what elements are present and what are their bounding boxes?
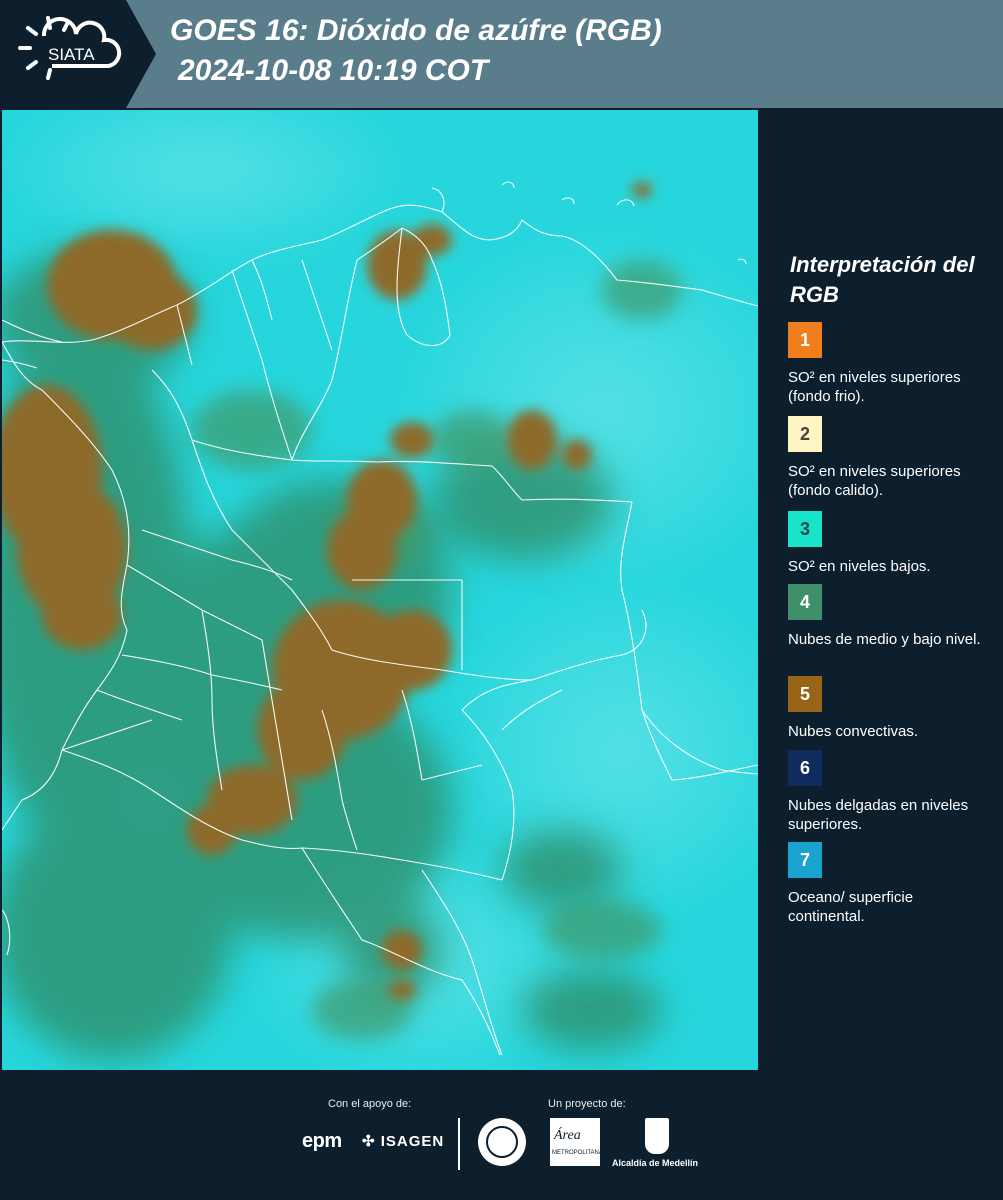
isagen-mark-icon: ✣ — [362, 1133, 376, 1150]
legend-item-6: 6 Nubes delgadas en niveles superiores. — [788, 750, 988, 834]
alcaldia-logo: Alcaldía de Medellín — [612, 1158, 699, 1168]
legend-swatch-7: 7 — [788, 842, 822, 878]
legend-label-3: SO² en niveles bajos. — [788, 558, 931, 575]
legend-swatch-6: 6 — [788, 750, 822, 786]
isagen-logo: ✣ ISAGEN — [362, 1132, 444, 1150]
legend-swatch-2: 2 — [788, 416, 822, 452]
epm-logo: epm — [302, 1130, 342, 1152]
legend-number-4: 4 — [799, 591, 810, 612]
footer-divider — [458, 1118, 460, 1170]
legend-label-4: Nubes de medio y bajo nivel. — [788, 631, 981, 648]
satellite-map — [2, 110, 758, 1070]
isagen-logo-text: ISAGEN — [380, 1133, 445, 1150]
project-label: Un proyecto de: — [548, 1098, 626, 1110]
legend-label-1: SO² en niveles superiores (fondo frio). — [788, 369, 961, 405]
legend-label-5: Nubes convectivas. — [788, 723, 919, 740]
legend-number-5: 5 — [799, 683, 810, 704]
legend-number-2: 2 — [799, 423, 810, 444]
legend-panel: Interpretación del RGB 1 SO² en niveles … — [760, 110, 1003, 1068]
footer: Con el apoyo de: Un proyecto de: epm ✣ I… — [0, 1070, 1003, 1200]
siata-logo: SIATA — [0, 0, 156, 108]
legend-item-2: 2 SO² en niveles superiores (fondo calid… — [788, 416, 988, 500]
legend-swatch-1: 1 — [788, 322, 822, 358]
support-label: Con el apoyo de: — [328, 1098, 412, 1110]
legend-item-4: 4 Nubes de medio y bajo nivel. — [788, 584, 988, 649]
legend-swatch-5: 5 — [788, 676, 822, 712]
legend-label-6: Nubes delgadas en niveles superiores. — [788, 797, 969, 833]
legend-item-3: 3 SO² en niveles bajos. — [788, 511, 988, 576]
seal-ring-icon — [486, 1126, 518, 1158]
title-product: GOES 16: Dióxido de azúfre (RGB) — [170, 14, 662, 47]
legend-item-5: 5 Nubes convectivas. — [788, 676, 988, 741]
area-logo-subtext: METROPOLITANA — [552, 1150, 603, 1156]
title-timestamp: 2024-10-08 10:19 COT — [178, 54, 489, 87]
legend-swatch-4: 4 — [788, 584, 822, 620]
alcaldia-shield-icon — [645, 1118, 669, 1154]
siata-logo-text: SIATA — [48, 45, 95, 64]
satellite-image — [2, 110, 758, 1070]
legend-number-6: 6 — [799, 757, 810, 778]
area-logo-text: Área — [554, 1128, 581, 1143]
legend-label-7: Oceano/ superficie continental. — [788, 889, 914, 925]
legend-title: Interpretación del RGB — [790, 252, 975, 307]
legend-number-7: 7 — [799, 849, 810, 870]
legend-item-1: 1 SO² en niveles superiores (fondo frio)… — [788, 322, 988, 406]
medellin-seal-logo — [478, 1118, 526, 1166]
header: SIATA GOES 16: Dióxido de azúfre (RGB) 2… — [0, 0, 1003, 108]
legend-swatch-3: 3 — [788, 511, 822, 547]
area-metropolitana-logo: Área METROPOLITANA — [550, 1118, 603, 1166]
legend-label-2: SO² en niveles superiores (fondo calido)… — [788, 463, 961, 499]
legend-item-7: 7 Oceano/ superficie continental. — [788, 842, 988, 926]
legend-number-1: 1 — [799, 329, 810, 350]
legend-number-3: 3 — [799, 518, 810, 539]
